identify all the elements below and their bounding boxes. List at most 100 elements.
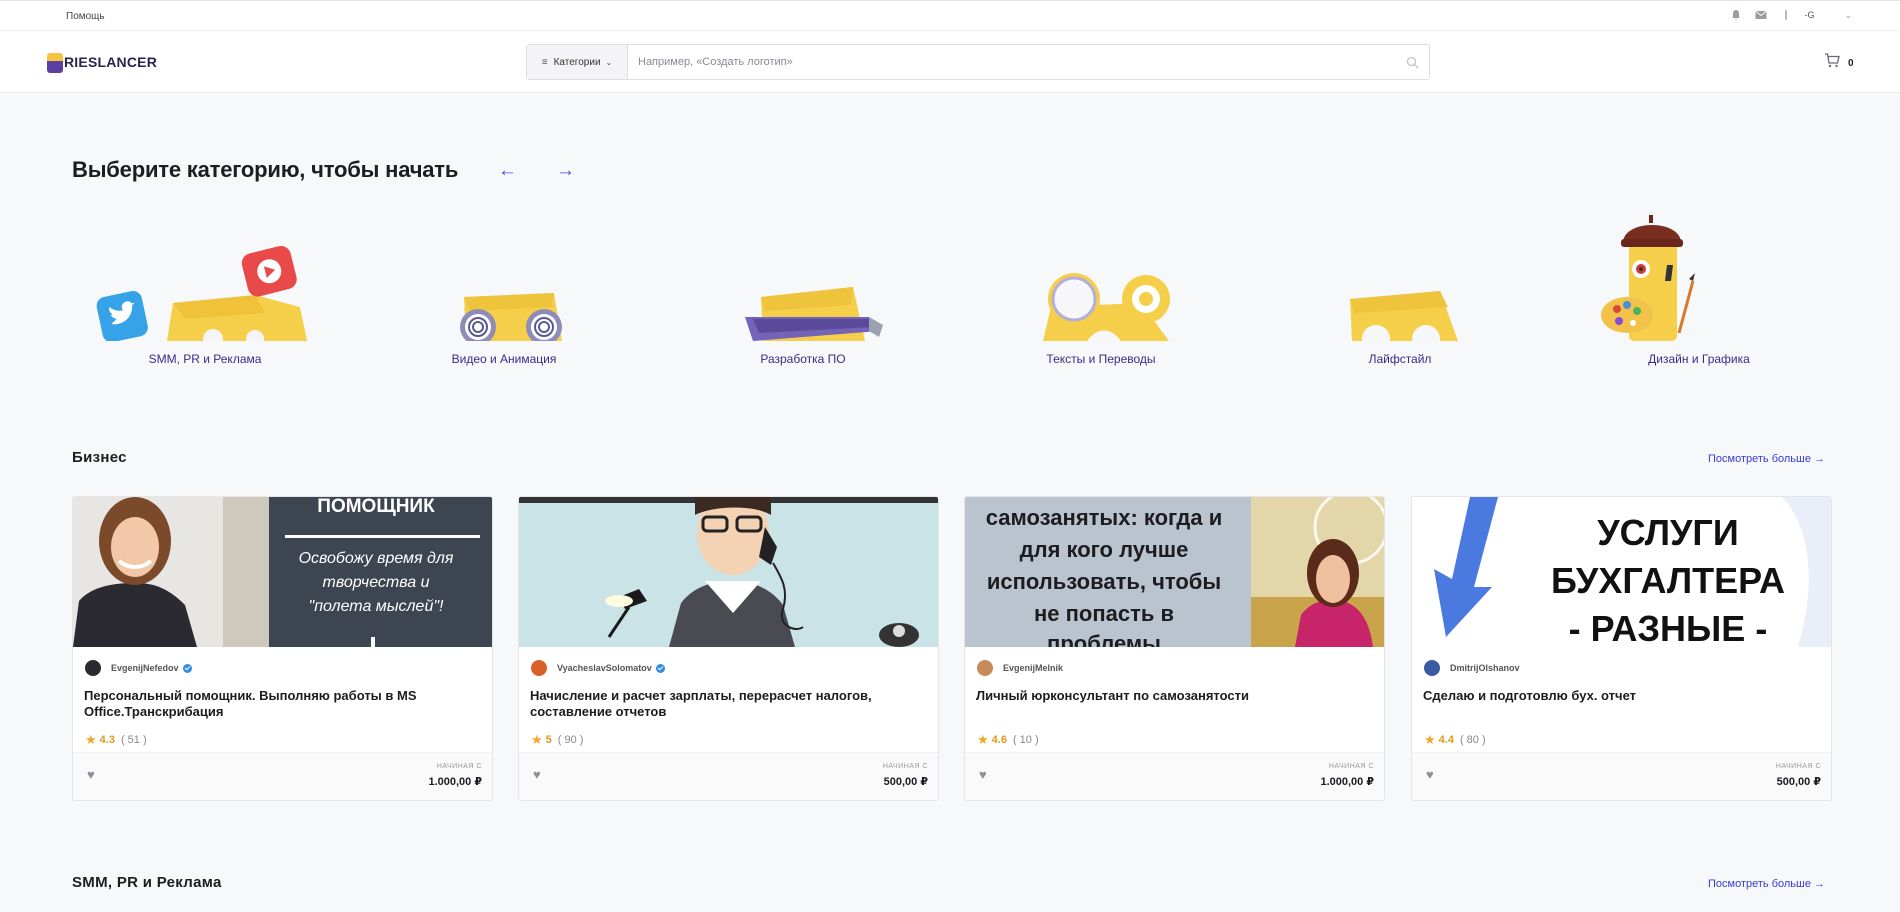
- carousel-prev-arrow-icon[interactable]: ←: [498, 160, 517, 182]
- star-icon: ★: [1424, 732, 1436, 747]
- category-smm[interactable]: SMM, PR и Реклама: [95, 215, 315, 375]
- utility-icons: -G ⌄: [1729, 8, 1900, 22]
- category-label: Дизайн и Графика: [1648, 352, 1750, 366]
- review-count: ( 90 ): [557, 734, 584, 746]
- price-from-label: НАЧИНАЯ С: [1328, 763, 1374, 770]
- svg-text:использовать, чтобы: использовать, чтобы: [987, 569, 1221, 594]
- video-illustration: [460, 293, 562, 341]
- rating-value: 4.4: [1438, 734, 1454, 746]
- see-more-link-business[interactable]: Посмотреть больше →: [1708, 453, 1825, 465]
- categories-dropdown[interactable]: ≡ Категории ⌄: [527, 45, 628, 79]
- gig-title[interactable]: Персональный помощник. Выполняю работы в…: [84, 688, 479, 720]
- category-texts[interactable]: Тексты и Переводы: [991, 215, 1211, 375]
- main-header: RIESLANCER ≡ Категории ⌄ 0: [0, 31, 1900, 93]
- category-lifestyle[interactable]: Лайфстайл: [1290, 215, 1510, 375]
- seller-name: EvgenijMelnik: [1003, 663, 1064, 673]
- search-icon[interactable]: [1395, 45, 1429, 79]
- star-icon: ★: [85, 732, 97, 747]
- verified-badge-icon: [182, 663, 192, 673]
- star-icon: ★: [531, 732, 543, 747]
- review-count: ( 80 ): [1459, 734, 1486, 746]
- language-selector[interactable]: -G: [1804, 10, 1814, 20]
- gig-footer: ♥ НАЧИНАЯ С 500,00 ₽: [1412, 752, 1831, 800]
- avatar: [85, 660, 101, 676]
- gig-rating: ★ 4.6 ( 10 ): [977, 732, 1039, 748]
- rating-value: 4.6: [991, 734, 1007, 746]
- category-label: SMM, PR и Реклама: [148, 352, 262, 366]
- heart-icon[interactable]: ♥: [979, 767, 987, 782]
- category-software[interactable]: Разработка ПО: [693, 215, 913, 375]
- gig-card[interactable]: ПОМОЩНИК Освобожу время для творчества и…: [72, 496, 493, 801]
- menu-lines-icon: ≡: [541, 56, 548, 68]
- cart-count: 0: [1848, 57, 1854, 69]
- seller-info[interactable]: EvgenijMelnik: [977, 660, 1063, 676]
- gig-price: 500,00 ₽: [1776, 776, 1821, 788]
- gig-title[interactable]: Сделаю и подготовлю бух. отчет: [1423, 688, 1818, 704]
- seller-info[interactable]: DmitrijOlshanov: [1424, 660, 1520, 676]
- gig-card[interactable]: VyacheslavSolomatov Начисление и расчет …: [518, 496, 939, 801]
- category-label: Тексты и Переводы: [1046, 352, 1156, 366]
- seller-info[interactable]: VyacheslavSolomatov: [531, 660, 665, 676]
- gig-price: 1.000,00 ₽: [428, 776, 482, 788]
- cart-icon: [1824, 53, 1840, 73]
- category-heading: Выберите категорию, чтобы начать: [72, 157, 459, 182]
- help-link[interactable]: Помощь: [66, 11, 105, 22]
- bell-icon[interactable]: [1729, 8, 1743, 22]
- mail-icon[interactable]: [1754, 8, 1768, 22]
- smm-illustration: [96, 245, 307, 341]
- review-count: ( 51 ): [120, 734, 147, 746]
- category-label: Разработка ПО: [760, 352, 846, 366]
- lifestyle-illustration: [1350, 291, 1458, 341]
- chevron-down-icon: ⌄: [605, 57, 613, 67]
- gig-title[interactable]: Личный юрконсультант по самозанятости: [976, 688, 1371, 704]
- svg-text:не попасть в: не попасть в: [1034, 601, 1174, 626]
- category-design[interactable]: Дизайн и Графика: [1589, 215, 1809, 375]
- cart-button[interactable]: 0: [1824, 53, 1854, 73]
- gig-rating: ★ 4.4 ( 80 ): [1424, 732, 1486, 748]
- avatar: [531, 660, 547, 676]
- info-icon[interactable]: [1779, 8, 1793, 22]
- texts-illustration: [1043, 273, 1170, 341]
- thumb-line-3: - РАЗНЫЕ -: [1569, 608, 1768, 647]
- category-video[interactable]: Видео и Анимация: [394, 215, 614, 375]
- see-more-link-smm[interactable]: Посмотреть больше →: [1708, 878, 1825, 890]
- price-from-label: НАЧИНАЯ С: [1775, 763, 1821, 770]
- thumb-line-1: УСЛУГИ: [1597, 512, 1738, 553]
- rating-value: 4.3: [99, 734, 115, 746]
- svg-text:для кого лучше: для кого лучше: [1020, 537, 1189, 562]
- heart-icon[interactable]: ♥: [1426, 767, 1434, 782]
- categories-label: Категории: [553, 56, 601, 68]
- seller-info[interactable]: EvgenijNefedov: [85, 660, 192, 676]
- verified-badge-icon: [655, 663, 665, 673]
- svg-text:творчества и: творчества и: [323, 574, 430, 591]
- gig-card[interactable]: УСЛУГИ БУХГАЛТЕРА - РАЗНЫЕ - DmitrijOlsh…: [1411, 496, 1832, 801]
- gig-thumbnail: самозанятых: когда и для кого лучше испо…: [965, 497, 1384, 647]
- heart-icon[interactable]: ♥: [87, 767, 95, 782]
- category-label: Видео и Анимация: [451, 352, 557, 366]
- gig-thumbnail: ПОМОЩНИК Освобожу время для творчества и…: [73, 497, 492, 647]
- heart-icon[interactable]: ♥: [533, 767, 541, 782]
- logo[interactable]: RIESLANCER: [47, 49, 157, 75]
- price-from-label: НАЧИНАЯ С: [882, 763, 928, 770]
- gig-footer: ♥ НАЧИНАЯ С 1.000,00 ₽: [965, 752, 1384, 800]
- gig-title[interactable]: Начисление и расчет зарплаты, перерасчет…: [530, 688, 925, 720]
- carousel-next-arrow-icon[interactable]: →: [556, 160, 575, 182]
- thumb-heading: ПОМОЩНИК: [317, 497, 435, 517]
- star-icon: ★: [977, 732, 989, 747]
- seller-name: DmitrijOlshanov: [1450, 663, 1520, 673]
- svg-text:проблемы: проблемы: [1047, 631, 1161, 647]
- section-title-smm: SMM, PR и Реклама: [72, 874, 222, 891]
- section-title-business: Бизнес: [72, 449, 127, 466]
- search-input[interactable]: [628, 45, 1395, 79]
- seller-name: VyacheslavSolomatov: [557, 663, 652, 673]
- gig-card[interactable]: самозанятых: когда и для кого лучше испо…: [964, 496, 1385, 801]
- svg-text:Освобожу время для: Освобожу время для: [299, 550, 454, 567]
- avatar: [977, 660, 993, 676]
- gig-price: 1.000,00 ₽: [1320, 776, 1374, 788]
- software-illustration: [745, 287, 883, 341]
- gig-thumbnail: УСЛУГИ БУХГАЛТЕРА - РАЗНЫЕ -: [1412, 497, 1831, 647]
- logo-mark-icon: [47, 51, 63, 73]
- avatar: [1424, 660, 1440, 676]
- design-illustration: [1601, 215, 1695, 341]
- chevron-down-icon[interactable]: ⌄: [1844, 10, 1852, 21]
